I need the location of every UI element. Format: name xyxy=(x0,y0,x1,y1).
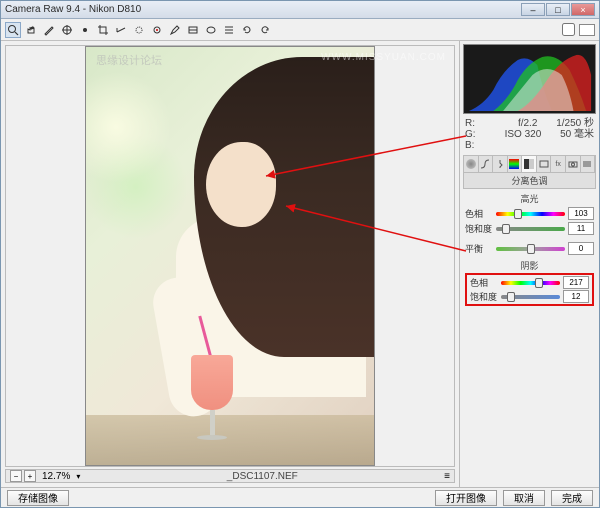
exif-info: R:f/2.2 1/250 秒 G:ISO 320 50 毫米 B: xyxy=(463,116,596,153)
white-balance-tool[interactable] xyxy=(41,22,57,38)
sh-hue-slider[interactable] xyxy=(501,277,560,289)
sh-sat-value[interactable]: 12 xyxy=(563,290,589,303)
tab-lens[interactable] xyxy=(537,156,552,172)
tab-camera[interactable] xyxy=(566,156,581,172)
sh-sat-label: 饱和度 xyxy=(470,290,498,303)
done-button[interactable]: 完成 xyxy=(551,490,593,506)
sh-sat-slider[interactable] xyxy=(501,291,560,303)
window-controls: – □ × xyxy=(521,3,595,16)
filename: _DSC1107.NEF xyxy=(227,471,298,482)
shadows-highlighted-group: 色相 217 饱和度 12 xyxy=(465,273,594,306)
hand-tool[interactable] xyxy=(23,22,39,38)
shadows-section-label: 阴影 xyxy=(463,259,596,272)
titlebar: Camera Raw 9.4 - Nikon D810 – □ × xyxy=(1,1,599,19)
photo-preview xyxy=(85,46,375,466)
minimize-button[interactable]: – xyxy=(521,3,545,16)
rotate-cw-tool[interactable] xyxy=(257,22,273,38)
balance-slider[interactable] xyxy=(496,243,565,255)
hl-sat-label: 饱和度 xyxy=(465,222,493,235)
maximize-button[interactable]: □ xyxy=(546,3,570,16)
zoom-out-button[interactable]: − xyxy=(10,470,22,482)
highlights-section-label: 高光 xyxy=(463,192,596,205)
tab-fx[interactable]: fx xyxy=(551,156,566,172)
adjustments-panel: R:f/2.2 1/250 秒 G:ISO 320 50 毫米 B: fx 分离… xyxy=(459,41,599,489)
window-title: Camera Raw 9.4 - Nikon D810 xyxy=(5,4,141,15)
color-sampler-tool[interactable] xyxy=(59,22,75,38)
prefs-tool[interactable] xyxy=(221,22,237,38)
sh-hue-label: 色相 xyxy=(470,276,498,289)
preview-area: WWW.MISSYUAN.COM 思缘设计论坛 − + 12.7% ▾ _DSC… xyxy=(1,41,459,489)
zoom-level: 12.7% xyxy=(42,471,70,482)
footer: 存储图像 打开图像 取消 完成 xyxy=(1,487,599,507)
open-image-button[interactable]: 打开图像 xyxy=(435,490,497,506)
tab-curve[interactable] xyxy=(479,156,494,172)
preview-frame[interactable]: WWW.MISSYUAN.COM 思缘设计论坛 xyxy=(5,45,455,467)
zoom-in-button[interactable]: + xyxy=(24,470,36,482)
hl-hue-value[interactable]: 103 xyxy=(568,207,594,220)
tab-basic[interactable] xyxy=(464,156,479,172)
tab-hsl[interactable] xyxy=(508,156,523,172)
balance-value[interactable]: 0 xyxy=(568,242,594,255)
histogram[interactable] xyxy=(463,44,596,114)
hl-hue-label: 色相 xyxy=(465,207,493,220)
tab-presets[interactable] xyxy=(581,156,596,172)
tab-split-toning[interactable] xyxy=(522,156,537,172)
panel-title: 分离色调 xyxy=(463,173,596,189)
cancel-button[interactable]: 取消 xyxy=(503,490,545,506)
balance-label: 平衡 xyxy=(465,242,493,255)
straighten-tool[interactable] xyxy=(113,22,129,38)
adjustment-brush-tool[interactable] xyxy=(167,22,183,38)
zoom-tool[interactable] xyxy=(5,22,21,38)
filmstrip-toggle-icon[interactable]: ≡ xyxy=(444,471,450,482)
preview-mode-icon[interactable] xyxy=(579,24,595,36)
watermark-url: WWW.MISSYUAN.COM xyxy=(321,52,446,63)
hl-sat-value[interactable]: 11 xyxy=(568,222,594,235)
close-button[interactable]: × xyxy=(571,3,595,16)
panel-tabs: fx xyxy=(463,155,596,173)
zoom-bar: − + 12.7% ▾ _DSC1107.NEF ≡ xyxy=(5,469,455,483)
rotate-ccw-tool[interactable] xyxy=(239,22,255,38)
targeted-adjust-tool[interactable] xyxy=(77,22,93,38)
hl-hue-slider[interactable] xyxy=(496,208,565,220)
save-image-button[interactable]: 存储图像 xyxy=(7,490,69,506)
hl-sat-slider[interactable] xyxy=(496,223,565,235)
radial-filter-tool[interactable] xyxy=(203,22,219,38)
toolbar xyxy=(1,19,599,41)
sh-hue-value[interactable]: 217 xyxy=(563,276,589,289)
spot-removal-tool[interactable] xyxy=(131,22,147,38)
redeye-tool[interactable] xyxy=(149,22,165,38)
crop-tool[interactable] xyxy=(95,22,111,38)
camera-raw-window: Camera Raw 9.4 - Nikon D810 – □ × xyxy=(0,0,600,508)
tab-detail[interactable] xyxy=(493,156,508,172)
graduated-filter-tool[interactable] xyxy=(185,22,201,38)
watermark-cn: 思缘设计论坛 xyxy=(96,52,162,68)
preview-checkbox[interactable] xyxy=(562,23,575,36)
